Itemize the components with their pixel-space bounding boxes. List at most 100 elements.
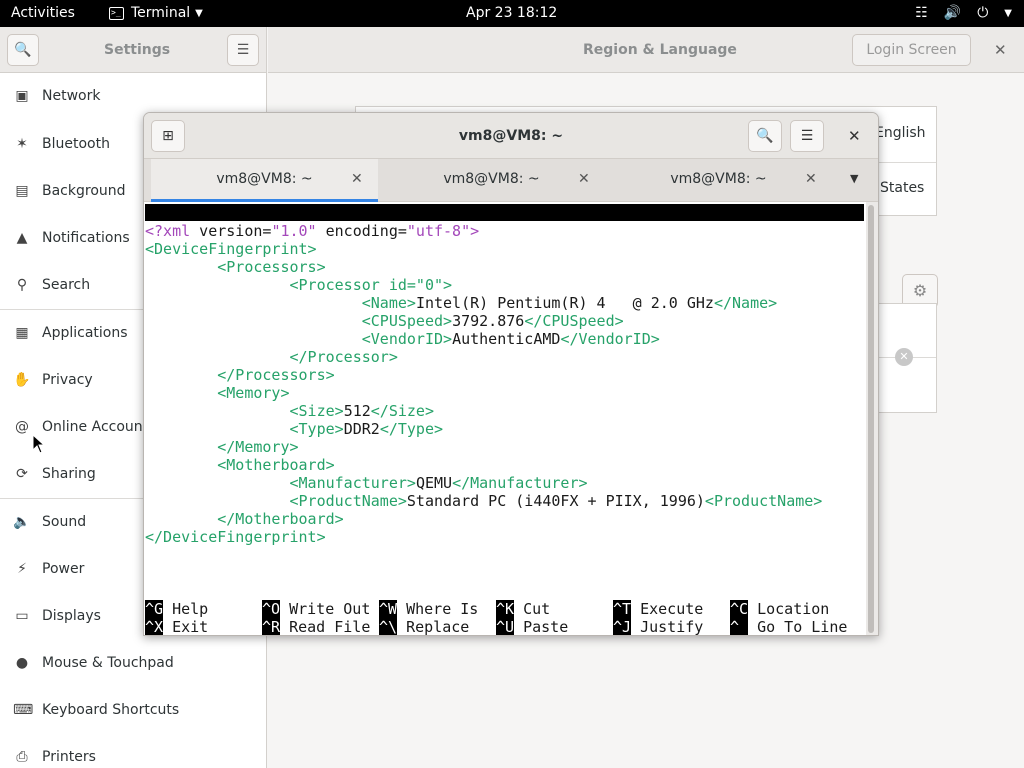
at-icon: @	[15, 419, 29, 435]
display-icon: ▭	[15, 608, 29, 624]
tab-label: vm8@VM8: ~	[216, 171, 313, 187]
close-tab-icon[interactable]: ✕	[578, 159, 590, 199]
tab-label: vm8@VM8: ~	[443, 171, 540, 187]
code-line: <ProductName>Standard PC (i440FX + PIIX,…	[289, 492, 823, 510]
activities-button[interactable]: Activities	[11, 0, 75, 27]
nano-shortcut: ^U Paste	[496, 618, 568, 636]
code-line: <DeviceFingerprint>	[145, 240, 317, 258]
nano-shortcut: ^_ Go To Line	[730, 618, 848, 636]
remove-icon[interactable]: ✕	[895, 348, 913, 366]
login-screen-button[interactable]: Login Screen	[852, 34, 971, 66]
sidebar-item-label: Applications	[42, 325, 128, 341]
power-icon: ⏻	[977, 5, 989, 21]
shortcut-key: ^O	[262, 600, 281, 618]
menu-button[interactable]: ☰	[227, 34, 259, 66]
sidebar-item-label: Sound	[42, 514, 87, 530]
nano-shortcut: ^O Write Out	[262, 600, 370, 618]
code-line: <Size>512</Size>	[289, 402, 435, 420]
clock[interactable]: Apr 23 18:12	[466, 0, 557, 27]
tab-bar: vm8@VM8: ~ ✕ vm8@VM8: ~ ✕ vm8@VM8: ~ ✕ ▼	[144, 159, 878, 202]
code-line: </Processors>	[217, 366, 335, 384]
terminal-icon: >_	[109, 7, 124, 20]
terminal-window: ⊞ vm8@VM8: ~ 🔍 ☰ ✕ vm8@VM8: ~ ✕ vm8@VM8:…	[143, 112, 879, 636]
sidebar-item-label: Notifications	[42, 230, 130, 246]
sidebar-item-label: Background	[42, 183, 126, 199]
close-icon[interactable]: ✕	[848, 113, 861, 159]
shortcut-key: ^C	[730, 600, 749, 618]
chevron-down-icon[interactable]: ▼	[850, 159, 858, 199]
power-icon: ⚡	[17, 561, 27, 577]
settings-title: Settings	[104, 42, 171, 58]
speaker-icon: 🔈	[13, 514, 31, 530]
sidebar-item-label: Printers	[42, 749, 96, 765]
sidebar-item-mouse-touchpad[interactable]: ● Mouse & Touchpad	[0, 640, 266, 686]
formats-value[interactable]: States	[880, 180, 924, 196]
system-tray[interactable]: ☷ 🔊 ⏻ ▼	[915, 0, 1012, 27]
gear-icon: ⚙	[912, 281, 928, 300]
scrollbar[interactable]	[868, 205, 874, 633]
shortcut-label: Write Out	[280, 600, 371, 618]
chevron-down-icon: ▼	[1004, 8, 1012, 19]
code-line: <CPUSpeed>3792.876</CPUSpeed>	[361, 312, 624, 330]
code-line: </Processor>	[289, 348, 398, 366]
printer-icon: ⎙	[16, 749, 28, 765]
sidebar-item-label: Privacy	[42, 372, 93, 388]
close-icon[interactable]: ✕	[994, 27, 1007, 73]
network-icon: ▣	[15, 88, 29, 104]
sidebar-item-label: Displays	[42, 608, 101, 624]
tab-1[interactable]: vm8@VM8: ~ ✕	[151, 159, 378, 202]
app-menu-label: Terminal	[131, 5, 191, 21]
shortcut-key: ^U	[496, 618, 515, 636]
nano-editor[interactable]: GNU nano 5.4 devicefingerprint.xml * <?x…	[144, 202, 866, 636]
app-menu-button[interactable]: >_ Terminal ▼	[109, 0, 203, 27]
sidebar-item-keyboard-shortcuts[interactable]: ⌨ Keyboard Shortcuts	[0, 687, 266, 733]
tab-2[interactable]: vm8@VM8: ~ ✕	[378, 159, 605, 202]
mouse-icon: ●	[15, 655, 29, 671]
panel-title: Region & Language	[583, 42, 737, 58]
background-icon: ▤	[15, 183, 29, 199]
sidebar-header: 🔍 Settings ☰	[0, 27, 267, 73]
shortcut-label: Read File	[280, 618, 371, 636]
shortcut-key: ^W	[379, 600, 398, 618]
code-line: <Manufacturer>QEMU</Manufacturer>	[289, 474, 588, 492]
close-tab-icon[interactable]: ✕	[805, 159, 817, 199]
language-value[interactable]: English	[875, 125, 926, 141]
shortcut-label: Replace	[397, 618, 470, 636]
new-tab-button[interactable]: ⊞	[151, 120, 185, 152]
nano-shortcut: ^R Read File	[262, 618, 371, 636]
sidebar-item-label: Search	[42, 277, 91, 293]
nano-shortcut: ^J Justify	[613, 618, 704, 636]
tab-3[interactable]: vm8@VM8: ~ ✕	[605, 159, 832, 202]
search-button[interactable]: 🔍	[748, 120, 782, 152]
code-line: <Processors>	[217, 258, 326, 276]
shortcut-label: Location	[748, 600, 830, 618]
sidebar-item-label: Mouse & Touchpad	[42, 655, 174, 671]
shortcut-key: ^_	[730, 618, 749, 636]
sidebar-item-label: Bluetooth	[42, 136, 110, 152]
nano-shortcut: ^W Where Is	[379, 600, 478, 618]
search-icon: 🔍	[756, 128, 774, 144]
sidebar-item-printers[interactable]: ⎙ Printers	[0, 734, 266, 768]
shortcut-key: ^G	[145, 600, 164, 618]
volume-icon: 🔊	[943, 5, 962, 21]
nano-shortcut: ^C Location	[730, 600, 829, 618]
privacy-hand-icon: ✋	[13, 372, 31, 388]
nano-filename: devicefingerprint.xml *	[433, 237, 641, 255]
sidebar-item-label: Online Accounts	[42, 419, 156, 435]
shortcut-key: ^\	[379, 618, 398, 636]
code-line: </Memory>	[217, 438, 299, 456]
shortcut-label: Execute	[631, 600, 704, 618]
close-tab-icon[interactable]: ✕	[351, 159, 363, 199]
search-button[interactable]: 🔍	[7, 34, 39, 66]
code-line: <Processor id="0">	[289, 276, 453, 294]
nano-shortcut: ^G Help	[145, 600, 208, 618]
menu-button[interactable]: ☰	[790, 120, 824, 152]
new-tab-icon: ⊞	[162, 128, 174, 144]
chevron-down-icon: ▼	[195, 8, 203, 19]
shortcut-label: Go To Line	[748, 618, 848, 636]
hamburger-icon: ☰	[236, 42, 250, 58]
top-bar: Activities >_ Terminal ▼ Apr 23 18:12 ☷ …	[0, 0, 1024, 27]
shortcut-label: Justify	[631, 618, 704, 636]
shortcut-label: Where Is	[397, 600, 479, 618]
shortcut-key: ^X	[145, 618, 164, 636]
